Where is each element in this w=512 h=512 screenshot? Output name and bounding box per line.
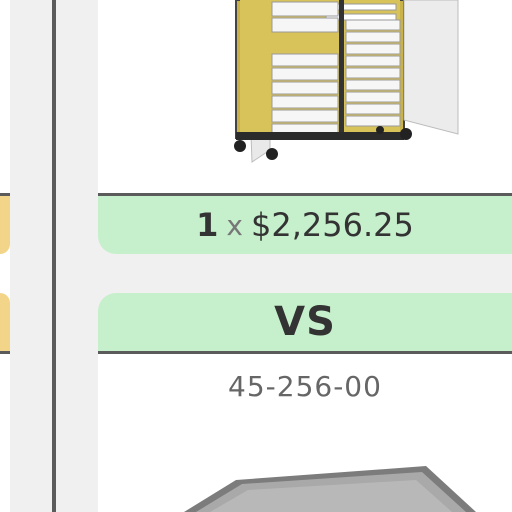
price-row: 1 x $2,256.25 <box>98 196 512 254</box>
left-price-band <box>0 196 10 254</box>
quantity-value: 1 <box>196 206 219 244</box>
product-sku[interactable]: 45-256-00 <box>98 370 512 403</box>
left-card-edge <box>0 0 10 512</box>
product-compare-card: 1 x $2,256.25 VS 45-256-00 <box>56 0 512 512</box>
multiply-sign: x <box>226 208 243 242</box>
left-vs-band <box>0 293 10 351</box>
vs-separator: VS <box>98 293 512 351</box>
storage-cart-image[interactable] <box>226 0 466 168</box>
tray-image[interactable] <box>176 460 512 512</box>
vs-label: VS <box>274 299 336 345</box>
unit-price: $2,256.25 <box>250 206 414 244</box>
left-card-rule-bottom <box>0 351 10 354</box>
